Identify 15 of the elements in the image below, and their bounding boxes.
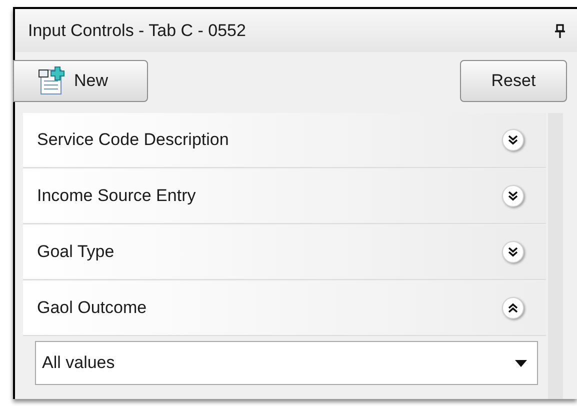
section-header[interactable]: Service Code Description <box>23 113 546 168</box>
section-header[interactable]: Gaol Outcome <box>23 281 546 336</box>
collapse-icon[interactable] <box>502 297 524 319</box>
panel-title: Input Controls - Tab C - 0552 <box>28 20 246 42</box>
reset-button[interactable]: Reset <box>460 60 567 102</box>
dropdown-arrow-icon <box>515 360 527 366</box>
expand-icon[interactable] <box>502 241 524 263</box>
section-header[interactable]: Goal Type <box>23 225 546 280</box>
new-button[interactable]: New <box>13 60 148 102</box>
expand-icon[interactable] <box>502 129 524 151</box>
pin-icon[interactable] <box>555 24 565 38</box>
values-dropdown[interactable]: All values <box>35 341 538 385</box>
section-header[interactable]: Income Source Entry <box>23 169 546 224</box>
expand-icon[interactable] <box>502 185 524 207</box>
new-document-icon <box>36 66 66 96</box>
